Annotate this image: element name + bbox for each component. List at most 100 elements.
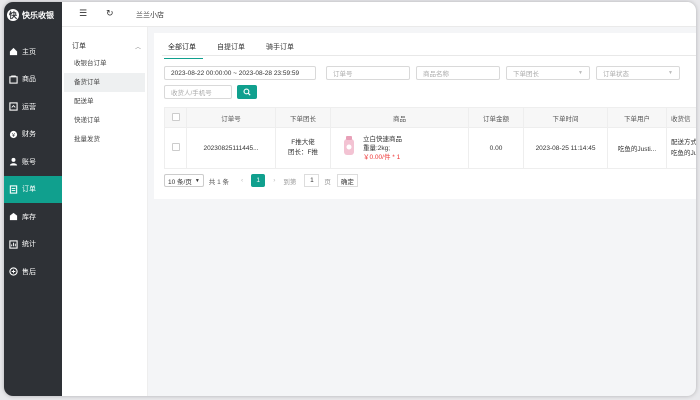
product-price: ￥0.00/件 * 1 bbox=[363, 153, 401, 161]
delivery-receiver: 吃鱼的Justi bbox=[671, 150, 696, 157]
sidebar-item-account[interactable]: 账号 bbox=[4, 148, 62, 176]
finance-icon: ¥ bbox=[9, 130, 18, 139]
column-header-user: 下单用户 bbox=[607, 107, 667, 128]
sidebar-item-goods[interactable]: 商品 bbox=[4, 66, 62, 94]
sidebar-item-label: 商品 bbox=[22, 76, 36, 84]
sidebar-item-label: 售后 bbox=[22, 268, 36, 276]
column-header-time: 下单时间 bbox=[523, 107, 608, 128]
app-logo: 快 快乐收银 bbox=[7, 8, 54, 22]
subnav-item-stock-orders[interactable]: 备货订单 bbox=[64, 73, 145, 92]
account-icon bbox=[9, 158, 18, 166]
product-name-input[interactable]: 商品名称 bbox=[416, 66, 500, 80]
subnav-item-express-orders[interactable]: 快递订单 bbox=[64, 111, 145, 130]
order-icon bbox=[9, 185, 18, 194]
product-text: 立白快速商品 重量:2kg; ￥0.00/件 * 1 bbox=[363, 135, 402, 162]
sidebar-item-stock[interactable]: 库存 bbox=[4, 203, 62, 231]
subnav-item-cashier-orders[interactable]: 收银台订单 bbox=[64, 54, 145, 73]
user-cell: 吃鱼的Justi... bbox=[607, 127, 667, 169]
buyer-input[interactable]: 收货人/手机号 bbox=[164, 85, 232, 99]
sidebar: 快 快乐收银 主页 商品 运营 ¥ 财务 账号 订单 库存 统计 售后 bbox=[4, 2, 62, 396]
sidebar-item-operation[interactable]: 运营 bbox=[4, 93, 62, 121]
page-unit-label: 页 bbox=[324, 178, 331, 186]
leader-select[interactable]: 下单团长 ▼ bbox=[506, 66, 590, 80]
svg-text:¥: ¥ bbox=[12, 133, 15, 139]
chevron-down-icon: ▼ bbox=[668, 70, 673, 76]
sidebar-item-label: 财务 bbox=[22, 131, 36, 139]
leader-cell: F推大佬 团长：F推 bbox=[275, 127, 331, 169]
next-page-icon[interactable]: › bbox=[273, 177, 275, 184]
chevron-down-icon: ▼ bbox=[194, 177, 200, 184]
subnav-item-batch-shipping[interactable]: 批量发货 bbox=[64, 130, 145, 149]
stats-icon bbox=[9, 240, 18, 249]
order-no-cell[interactable]: 20230825111445... bbox=[186, 127, 276, 169]
main-content: 全部订单 自提订单 骑手订单 2023-08-22 00:00:00 ~ 202… bbox=[154, 33, 696, 199]
column-header-order-no: 订单号 bbox=[186, 107, 276, 128]
row-checkbox[interactable] bbox=[171, 143, 180, 151]
chevron-up-icon: ︿ bbox=[134, 44, 141, 51]
goto-page-input[interactable]: 1 bbox=[304, 174, 320, 187]
app-name: 快乐收银 bbox=[22, 10, 54, 20]
page-1-button[interactable]: 1 bbox=[251, 174, 266, 187]
table-row[interactable]: 20230825111445... F推大佬 团长：F推 立白快速商品 重量:2… bbox=[164, 127, 696, 169]
subnav-title: 订单 bbox=[72, 43, 86, 50]
date-range-picker[interactable]: 2023-08-22 00:00:00 ~ 2023-08-28 23:59:5… bbox=[164, 66, 316, 80]
total-count: 共 1 条 bbox=[208, 178, 230, 186]
delivery-cell: 配送方式： 吃鱼的Justi bbox=[666, 127, 696, 169]
product-thumbnail bbox=[344, 135, 354, 155]
column-header-delivery: 收货信 bbox=[666, 107, 696, 128]
order-status-select[interactable]: 订单状态 ▼ bbox=[596, 66, 680, 80]
sidebar-item-aftersale[interactable]: 售后 bbox=[4, 258, 62, 286]
goto-label: 到第 bbox=[283, 178, 297, 186]
chevron-down-icon: ▼ bbox=[578, 70, 583, 76]
goods-icon bbox=[9, 75, 18, 84]
amount-cell: 0.00 bbox=[468, 127, 524, 169]
sidebar-item-home[interactable]: 主页 bbox=[4, 38, 62, 66]
column-header-leader: 下单团长 bbox=[275, 107, 331, 128]
sidebar-item-label: 账号 bbox=[22, 158, 36, 166]
tab-divider bbox=[162, 55, 696, 56]
prev-page-icon[interactable]: ‹ bbox=[241, 177, 243, 184]
sidebar-item-label: 主页 bbox=[22, 48, 36, 56]
logo-icon: 快 bbox=[7, 9, 19, 21]
subnav-item-delivery[interactable]: 配送单 bbox=[64, 92, 145, 111]
sidebar-item-label: 统计 bbox=[22, 241, 36, 249]
home-icon bbox=[9, 48, 18, 56]
app-window: 快 快乐收银 主页 商品 运营 ¥ 财务 账号 订单 库存 统计 售后 ☰ ↻ … bbox=[4, 2, 696, 396]
goto-confirm-button[interactable]: 确定 bbox=[336, 174, 358, 187]
select-all-checkbox[interactable] bbox=[171, 112, 180, 121]
menu-icon[interactable]: ☰ bbox=[79, 8, 87, 19]
leader-label: 团长：F推 bbox=[288, 149, 318, 156]
page-size-value: 10 条/页 bbox=[168, 178, 192, 186]
row-select-cell bbox=[164, 127, 187, 169]
operation-icon bbox=[9, 102, 18, 111]
shop-name: 兰兰小店 bbox=[136, 12, 164, 19]
table-header-row: 订单号 下单团长 商品 订单金额 下单时间 下单用户 收货信 bbox=[164, 107, 696, 128]
delivery-method: 配送方式： bbox=[671, 139, 696, 146]
product-weight: 重量:2kg; bbox=[363, 144, 391, 152]
time-cell: 2023-08-25 11:14:45 bbox=[523, 127, 608, 169]
leader-select-placeholder: 下单团长 bbox=[513, 71, 539, 78]
product-cell: 立白快速商品 重量:2kg; ￥0.00/件 * 1 bbox=[330, 127, 469, 169]
sidebar-item-order[interactable]: 订单 bbox=[4, 175, 62, 203]
order-status-placeholder: 订单状态 bbox=[603, 71, 629, 78]
topbar: ☰ ↻ 兰兰小店 bbox=[62, 2, 696, 27]
product-name: 立白快速商品 bbox=[363, 135, 402, 143]
sidebar-nav: 主页 商品 运营 ¥ 财务 账号 订单 库存 统计 售后 bbox=[4, 38, 62, 286]
leader-name: F推大佬 bbox=[291, 139, 315, 146]
page-size-select[interactable]: 10 条/页 ▼ bbox=[164, 174, 204, 187]
sidebar-item-label: 库存 bbox=[22, 213, 36, 221]
sidebar-item-stats[interactable]: 统计 bbox=[4, 231, 62, 259]
pagination: 10 条/页 ▼ 共 1 条 ‹ 1 › 到第 1 页 确定 bbox=[164, 174, 358, 187]
order-no-input[interactable]: 订单号 bbox=[326, 66, 410, 80]
sidebar-item-finance[interactable]: ¥ 财务 bbox=[4, 121, 62, 149]
sidebar-item-label: 订单 bbox=[22, 186, 36, 194]
stock-icon bbox=[9, 213, 18, 221]
orders-table: 订单号 下单团长 商品 订单金额 下单时间 下单用户 收货信 202308251… bbox=[164, 107, 696, 169]
refresh-icon[interactable]: ↻ bbox=[106, 8, 114, 19]
column-header-product: 商品 bbox=[330, 107, 469, 128]
column-header-amount: 订单金额 bbox=[468, 107, 524, 128]
subnav-header[interactable]: 订单 ︿ bbox=[62, 40, 147, 52]
search-button[interactable] bbox=[237, 85, 257, 99]
product-info: 立白快速商品 重量:2kg; ￥0.00/件 * 1 bbox=[332, 135, 468, 162]
sub-navigation: 订单 ︿ 收银台订单 备货订单 配送单 快递订单 批量发货 bbox=[62, 27, 148, 396]
